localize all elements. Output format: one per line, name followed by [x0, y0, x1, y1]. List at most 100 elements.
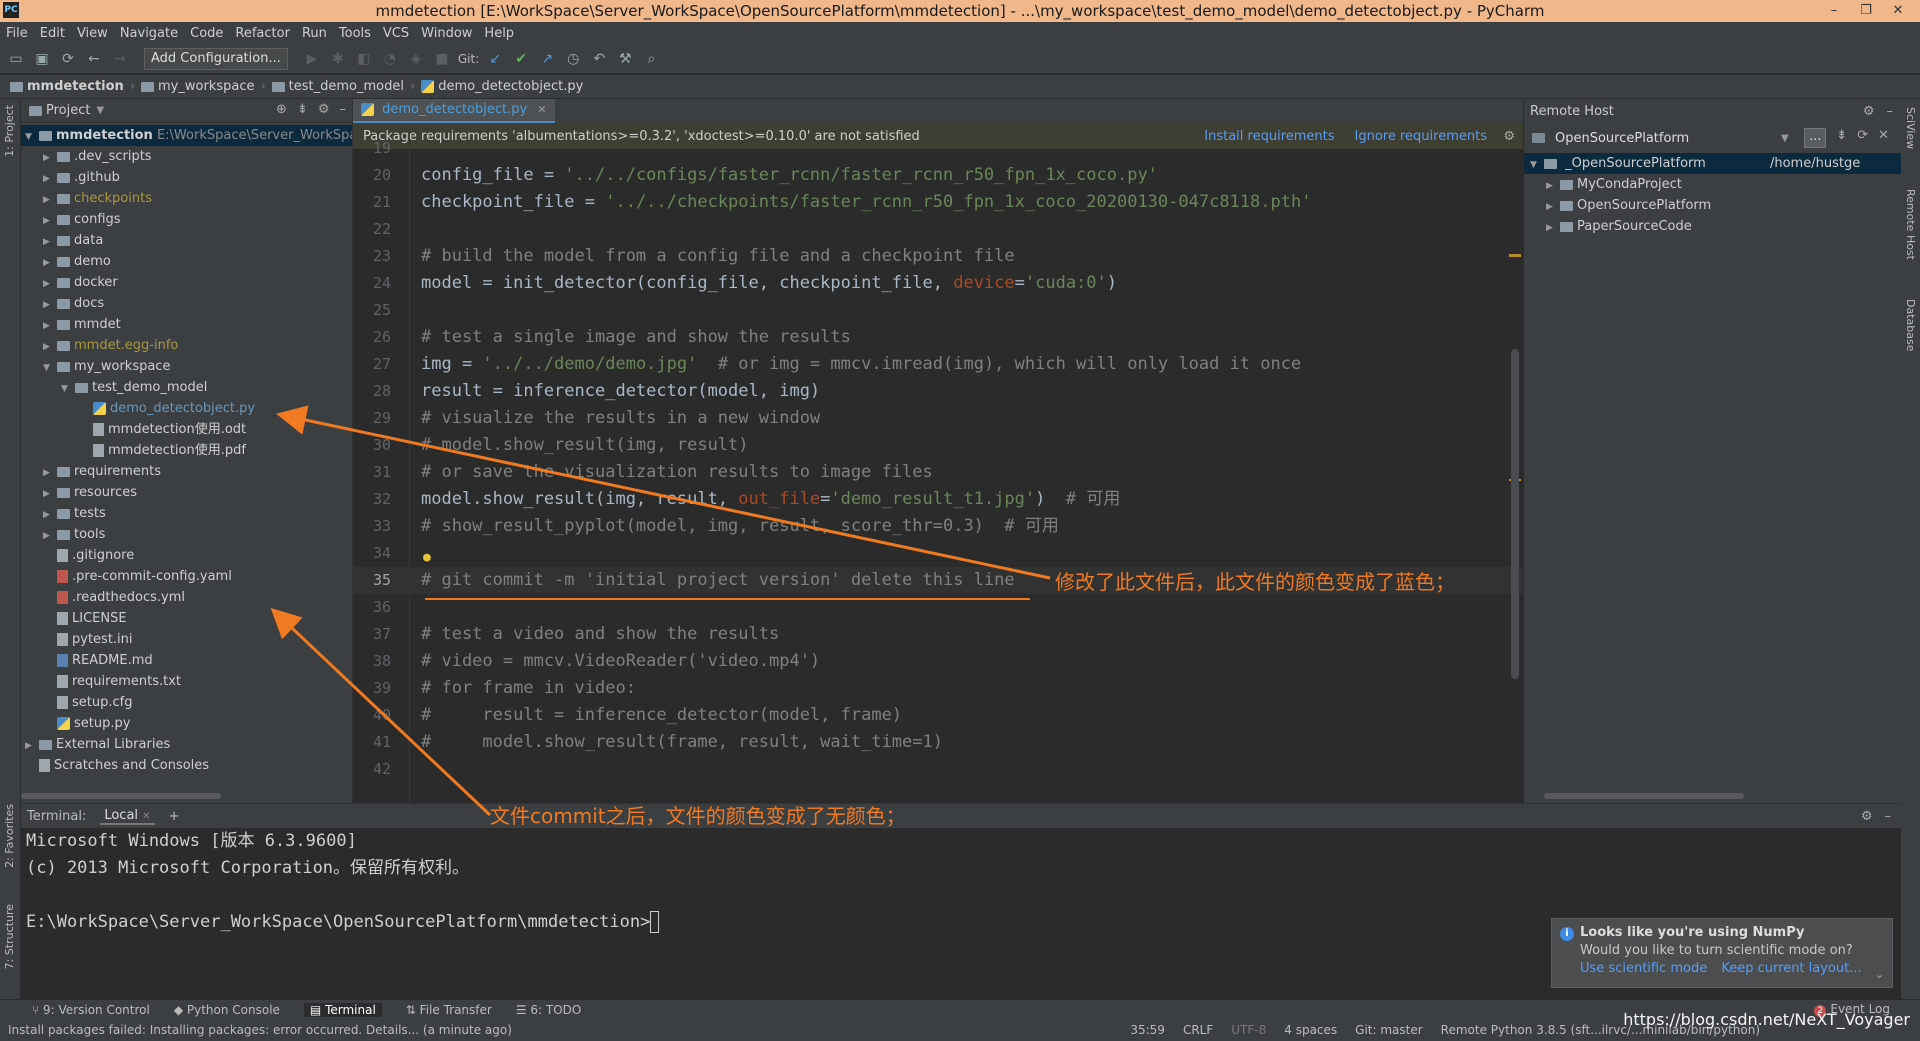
menu-code[interactable]: Code	[190, 26, 223, 41]
code-line[interactable]: 40 # result = inference_detector(model, f…	[353, 702, 1523, 729]
add-configuration-button[interactable]: Add Configuration...	[144, 47, 288, 70]
use-scientific-mode-link[interactable]: Use scientific mode	[1580, 961, 1707, 976]
code-line[interactable]: 27 img = '../../demo/demo.jpg' # or img =…	[353, 351, 1523, 378]
expand-arrow-icon[interactable]: ▶	[43, 169, 57, 190]
code-line[interactable]: 25	[353, 297, 1523, 324]
vertical-scrollbar[interactable]	[1511, 349, 1519, 679]
close-icon[interactable]: ✕	[1878, 128, 1889, 148]
remote-item[interactable]: ▶ OpenSourcePlatform	[1524, 195, 1901, 216]
expand-arrow-icon[interactable]: ▶	[1546, 176, 1560, 197]
sync-icon[interactable]: ⟳	[58, 49, 78, 69]
breadcrumb-item-root[interactable]: mmdetection	[10, 79, 124, 94]
tab-todo[interactable]: ☰ 6: TODO	[516, 1003, 582, 1017]
tree-item[interactable]: .gitignore	[21, 545, 352, 566]
collapse-all-icon[interactable]: ⇟	[297, 102, 308, 117]
tab-python-console[interactable]: ◆ Python Console	[174, 1003, 280, 1017]
tab-file-transfer[interactable]: ⇅ File Transfer	[406, 1003, 492, 1017]
structure-tool-label[interactable]: 7: Structure	[3, 904, 16, 969]
sciview-tool-label[interactable]: SciView	[1904, 107, 1917, 149]
git-update-icon[interactable]: ↙	[485, 49, 505, 69]
collapse-arrow-icon[interactable]: ▼	[61, 379, 75, 400]
expand-arrow-icon[interactable]: ▶	[1546, 197, 1560, 218]
code-line[interactable]: 21 checkpoint_file = '../../checkpoints/f…	[353, 189, 1523, 216]
open-folder-icon[interactable]: ▭	[6, 49, 26, 69]
breadcrumb-item-workspace[interactable]: my_workspace	[141, 79, 254, 94]
tree-item[interactable]: requirements.txt	[21, 671, 352, 692]
profile-icon[interactable]: ◔	[380, 49, 400, 69]
code-line[interactable]: 30 # model.show_result(img, result)	[353, 432, 1523, 459]
expand-arrow-icon[interactable]: ▶	[43, 148, 57, 169]
maximize-button[interactable]: ❐	[1850, 0, 1882, 22]
code-line[interactable]: 20 config_file = '../../configs/faster_rc…	[353, 162, 1523, 189]
tree-item[interactable]: ▶ requirements	[21, 461, 352, 482]
code-line[interactable]: 26 # test a single image and show the res…	[353, 324, 1523, 351]
expand-arrow-icon[interactable]: ▶	[43, 232, 57, 253]
file-encoding[interactable]: UTF-8	[1231, 1023, 1266, 1037]
menu-edit[interactable]: Edit	[40, 26, 65, 41]
tree-item[interactable]: .pre-commit-config.yaml	[21, 566, 352, 587]
tree-item[interactable]: ▼ test_demo_model	[21, 377, 352, 398]
expand-arrow-icon[interactable]: ▶	[43, 274, 57, 295]
tree-item[interactable]: ▶ data	[21, 230, 352, 251]
code-line[interactable]: 33 # show_result_pyplot(model, img, resul…	[353, 513, 1523, 540]
tree-item[interactable]: mmdetection使用.pdf	[21, 440, 352, 461]
settings-wrench-icon[interactable]: ⚒	[615, 49, 635, 69]
status-message[interactable]: Install packages failed: Installing pack…	[8, 1023, 1130, 1037]
back-arrow-icon[interactable]: ←	[84, 49, 104, 69]
indent-setting[interactable]: 4 spaces	[1284, 1023, 1337, 1037]
tree-item[interactable]: ▶ configs	[21, 209, 352, 230]
tree-item[interactable]: ▶ mmdet.egg-info	[21, 335, 352, 356]
tree-item[interactable]: Scratches and Consoles	[21, 755, 352, 776]
breadcrumb-item-test-demo-model[interactable]: test_demo_model	[271, 79, 404, 94]
tree-item[interactable]: ▶ tests	[21, 503, 352, 524]
tree-item[interactable]: README.md	[21, 650, 352, 671]
tree-item[interactable]: ▶ mmdet	[21, 314, 352, 335]
expand-arrow-icon[interactable]: ▶	[43, 463, 57, 484]
menu-help[interactable]: Help	[484, 26, 514, 41]
tree-item[interactable]: demo_detectobject.py	[21, 398, 352, 419]
gear-icon[interactable]: ⚙	[1863, 104, 1875, 119]
debug-icon[interactable]: ✱	[328, 49, 348, 69]
search-icon[interactable]: ⌕	[641, 49, 661, 69]
expand-arrow-icon[interactable]: ▶	[43, 505, 57, 526]
tree-item[interactable]: ▶ docker	[21, 272, 352, 293]
git-branch[interactable]: Git: master	[1355, 1023, 1423, 1037]
browse-button[interactable]: ...	[1804, 128, 1827, 148]
expand-arrow-icon[interactable]: ▼	[25, 127, 39, 148]
concurrency-icon[interactable]: ◈	[406, 49, 426, 69]
tree-item[interactable]: ▶ resources	[21, 482, 352, 503]
tree-item[interactable]: pytest.ini	[21, 629, 352, 650]
expand-arrow-icon[interactable]: ▶	[43, 211, 57, 232]
menu-vcs[interactable]: VCS	[383, 26, 409, 41]
close-tab-icon[interactable]: ✕	[142, 811, 150, 822]
code-line[interactable]: 34 ●	[353, 540, 1523, 567]
expand-arrow-icon[interactable]: ▶	[43, 337, 57, 358]
remote-host-tool-label[interactable]: Remote Host	[1904, 189, 1917, 260]
code-line[interactable]: 29 # visualize the results in a new windo…	[353, 405, 1523, 432]
collapse-arrow-icon[interactable]: ▼	[43, 358, 57, 379]
remote-item[interactable]: ▶ MyCondaProject	[1524, 174, 1901, 195]
breadcrumb-item-file[interactable]: demo_detectobject.py	[421, 79, 583, 94]
caret-position[interactable]: 35:59	[1130, 1023, 1165, 1037]
code-line[interactable]: 32 model.show_result(img, result, out_fil…	[353, 486, 1523, 513]
close-tab-icon[interactable]: ✕	[537, 103, 546, 116]
chevron-down-icon[interactable]: ▼	[1781, 133, 1789, 144]
tree-item[interactable]: ▶ demo	[21, 251, 352, 272]
coverage-icon[interactable]: ◧	[354, 49, 374, 69]
horizontal-scrollbar[interactable]	[21, 793, 221, 799]
tree-item[interactable]: ▶ .dev_scripts	[21, 146, 352, 167]
expand-arrow-icon[interactable]: ▶	[43, 190, 57, 211]
code-line[interactable]: 37 # test a video and show the results	[353, 621, 1523, 648]
tree-item[interactable]: ▶ .github	[21, 167, 352, 188]
hide-icon[interactable]: –	[340, 102, 347, 117]
git-push-icon[interactable]: ↗	[537, 49, 557, 69]
run-icon[interactable]: ▶	[302, 49, 322, 69]
gear-icon[interactable]: ⚙	[318, 102, 330, 117]
code-line[interactable]: 23 # build the model from a config file a…	[353, 243, 1523, 270]
remote-root[interactable]: ▼ _OpenSourcePlatform /home/hustge	[1524, 153, 1901, 174]
tree-item[interactable]: LICENSE	[21, 608, 352, 629]
menu-file[interactable]: File	[6, 26, 28, 41]
stop-icon[interactable]: ■	[432, 49, 452, 69]
close-window-button[interactable]: ✕	[1882, 0, 1914, 22]
refresh-icon[interactable]: ⟳	[1857, 128, 1868, 148]
